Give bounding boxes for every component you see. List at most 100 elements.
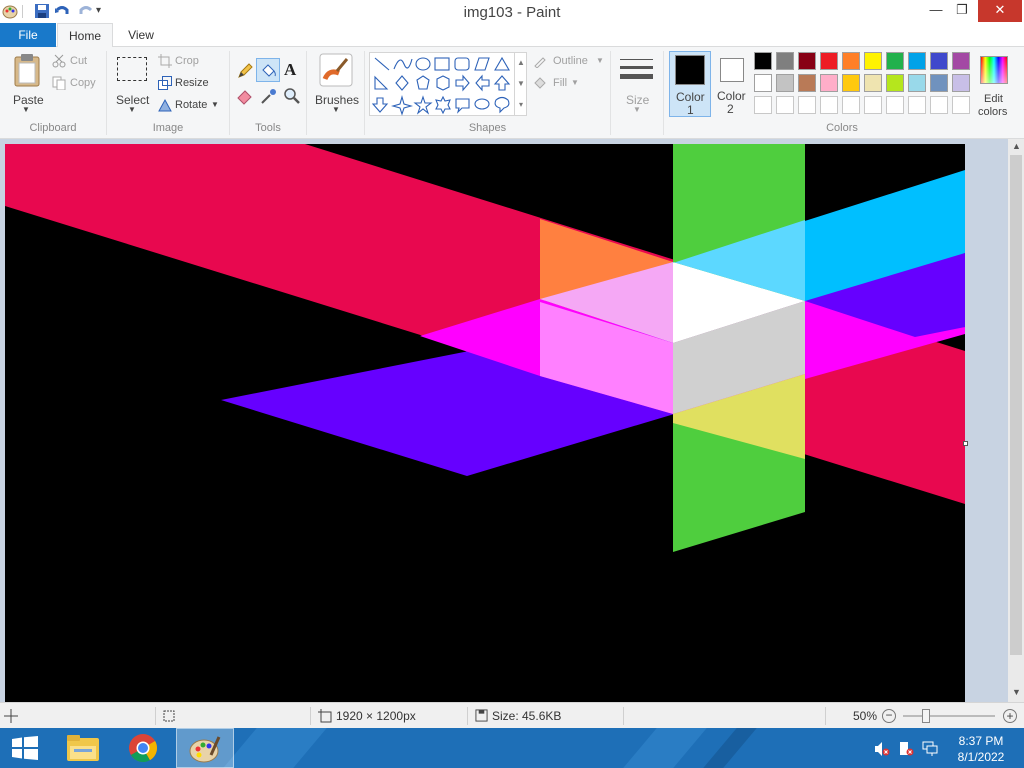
- action-center-icon[interactable]: [898, 741, 914, 757]
- network-icon[interactable]: [922, 740, 938, 756]
- palette-custom-slot[interactable]: [754, 96, 772, 114]
- close-button[interactable]: ✕: [978, 0, 1022, 22]
- palette-swatch[interactable]: [952, 52, 970, 70]
- shapes-gallery[interactable]: [369, 52, 527, 116]
- scroll-down-icon[interactable]: ▼: [1012, 687, 1021, 697]
- zoom-out-button[interactable]: −: [882, 709, 896, 723]
- palette-swatch[interactable]: [886, 52, 904, 70]
- chevron-down-icon: ▼: [22, 105, 30, 114]
- palette-swatch[interactable]: [776, 52, 794, 70]
- pencil-icon[interactable]: [236, 62, 254, 80]
- fill-tool-button[interactable]: [256, 58, 280, 82]
- shapes-scrollbar[interactable]: ▲ ▼ ▾: [514, 52, 527, 116]
- palette-swatch[interactable]: [930, 52, 948, 70]
- taskbar-stripe: [694, 728, 766, 768]
- group-label-clipboard: Clipboard: [29, 122, 77, 134]
- scrollbar-thumb[interactable]: [1010, 155, 1022, 655]
- palette-swatch[interactable]: [886, 74, 904, 92]
- clock-time[interactable]: 8:37 PM: [946, 734, 1016, 748]
- outline-button[interactable]: Outline ▼: [533, 53, 604, 71]
- zoom-slider[interactable]: [903, 709, 995, 723]
- line-thick-icon: [620, 74, 653, 79]
- status-bar: 1920 × 1200px Size: 45.6KB 50% − +: [0, 702, 1024, 728]
- drawing-canvas[interactable]: [5, 144, 965, 702]
- color-picker-icon[interactable]: [260, 87, 278, 105]
- image-dimensions-icon: [318, 709, 332, 723]
- palette-swatch[interactable]: [864, 52, 882, 70]
- volume-muted-icon[interactable]: [874, 741, 890, 757]
- palette-swatch[interactable]: [908, 74, 926, 92]
- palette-swatch[interactable]: [820, 52, 838, 70]
- edit-colors-button[interactable]: Edit colors: [976, 51, 1014, 118]
- palette-custom-slot[interactable]: [886, 96, 904, 114]
- rotate-button[interactable]: Rotate ▼: [158, 97, 224, 115]
- taskbar-chrome[interactable]: [116, 728, 174, 768]
- vertical-scrollbar[interactable]: ▲ ▼: [1008, 139, 1024, 702]
- paint-palette-icon: [189, 736, 221, 763]
- crop-button[interactable]: Crop: [158, 53, 218, 71]
- palette-swatch[interactable]: [820, 74, 838, 92]
- palette-custom-slot[interactable]: [798, 96, 816, 114]
- start-button[interactable]: [0, 728, 58, 768]
- color-palette: [754, 52, 976, 118]
- expand-gallery-icon[interactable]: ▾: [519, 100, 523, 109]
- canvas-resize-handle[interactable]: [963, 441, 968, 446]
- palette-swatch[interactable]: [798, 52, 816, 70]
- copy-button[interactable]: Copy: [52, 75, 102, 93]
- color1-swatch: [675, 55, 705, 85]
- selection-size-icon: [163, 710, 175, 722]
- palette-swatch[interactable]: [842, 74, 860, 92]
- rotate-icon: [158, 98, 172, 112]
- select-button[interactable]: Select ▼: [112, 51, 152, 117]
- palette-swatch[interactable]: [754, 52, 772, 70]
- palette-custom-slot[interactable]: [908, 96, 926, 114]
- palette-swatch[interactable]: [776, 74, 794, 92]
- edit-colors-label-1: Edit: [984, 93, 1003, 105]
- selection-rectangle-icon: [117, 57, 147, 81]
- text-tool-icon[interactable]: A: [284, 60, 296, 80]
- clock-date[interactable]: 8/1/2022: [946, 750, 1016, 764]
- palette-custom-slot[interactable]: [842, 96, 860, 114]
- scroll-up-icon[interactable]: ▲: [1012, 141, 1021, 151]
- size-button[interactable]: Size ▼: [616, 51, 658, 117]
- paste-button[interactable]: Paste ▼: [6, 51, 48, 117]
- tab-home[interactable]: Home: [57, 23, 113, 48]
- group-label-image: Image: [152, 122, 184, 134]
- resize-button[interactable]: Resize: [158, 75, 218, 93]
- palette-custom-slot[interactable]: [776, 96, 794, 114]
- cursor-position-icon: [4, 709, 18, 723]
- color1-button[interactable]: Color 1: [669, 51, 711, 117]
- fill-bucket-icon: [534, 77, 546, 89]
- palette-custom-slot[interactable]: [930, 96, 948, 114]
- crop-icon: [158, 54, 172, 68]
- color1-label: Color: [676, 90, 705, 104]
- fill-button[interactable]: Fill ▼: [533, 75, 583, 93]
- taskbar-paint[interactable]: [176, 728, 234, 768]
- window-title: img103 - Paint: [463, 4, 561, 21]
- eraser-icon[interactable]: [236, 87, 254, 105]
- palette-swatch[interactable]: [842, 52, 860, 70]
- palette-swatch[interactable]: [864, 74, 882, 92]
- magnifier-icon[interactable]: [283, 87, 301, 105]
- cut-button[interactable]: Cut: [52, 53, 102, 71]
- tab-view[interactable]: View: [115, 23, 167, 47]
- brushes-button[interactable]: Brushes ▼: [312, 51, 360, 117]
- color-spectrum-icon: [980, 56, 1008, 84]
- color2-button[interactable]: Color 2: [713, 51, 751, 117]
- palette-swatch[interactable]: [798, 74, 816, 92]
- zoom-slider-thumb[interactable]: [922, 709, 930, 723]
- canvas-workspace[interactable]: [0, 139, 1008, 702]
- tab-file[interactable]: File: [0, 23, 56, 47]
- fill-label: Fill: [553, 77, 568, 89]
- zoom-in-button[interactable]: +: [1003, 709, 1017, 723]
- palette-custom-slot[interactable]: [820, 96, 838, 114]
- palette-custom-slot[interactable]: [864, 96, 882, 114]
- palette-swatch[interactable]: [952, 74, 970, 92]
- palette-custom-slot[interactable]: [952, 96, 970, 114]
- palette-swatch[interactable]: [930, 74, 948, 92]
- maximize-button[interactable]: ❐: [944, 0, 980, 22]
- palette-swatch[interactable]: [754, 74, 772, 92]
- color2-swatch: [720, 58, 744, 82]
- taskbar-file-explorer[interactable]: [56, 728, 114, 768]
- palette-swatch[interactable]: [908, 52, 926, 70]
